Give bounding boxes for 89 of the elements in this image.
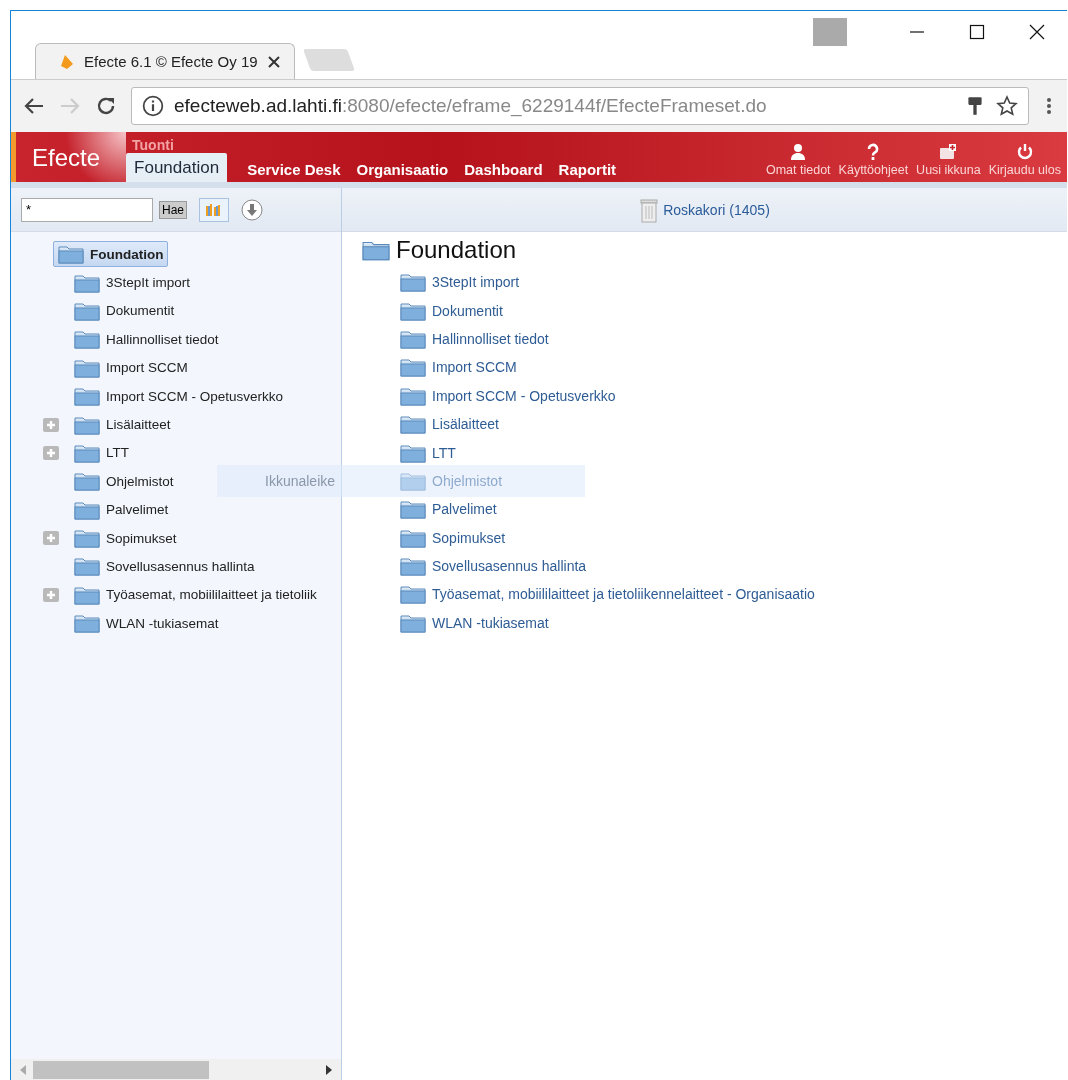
flame-icon [60, 53, 74, 70]
folder-icon [400, 328, 426, 349]
folder-icon [74, 584, 100, 605]
folder-icon [74, 329, 100, 350]
trash-icon [639, 196, 660, 223]
new-window-icon [939, 143, 958, 161]
folder-link[interactable]: Sovellusasennus hallinta [400, 551, 1067, 581]
tree-item[interactable]: LTT [69, 439, 134, 466]
folder-icon [400, 470, 426, 491]
folder-icon [74, 272, 100, 293]
tree-item[interactable]: Import SCCM - Opetusverkko [69, 383, 289, 410]
tree-item[interactable]: Sopimukset [69, 525, 182, 552]
header-action[interactable]: Omat tiedot [766, 143, 831, 177]
folder-link[interactable]: 3StepIt import [400, 268, 1067, 297]
bar-chart-icon [205, 202, 223, 217]
tree-item[interactable]: Import SCCM [69, 354, 193, 381]
nav-tab[interactable]: Service Desk [239, 156, 349, 182]
folder-icon [400, 385, 426, 406]
search-button[interactable]: Hae [159, 200, 187, 219]
tree-item[interactable]: Sovellusasennus hallinta [69, 553, 260, 580]
tree-item[interactable]: Hallinnolliset tiedot [69, 326, 224, 353]
folder-icon [74, 499, 100, 520]
search-field[interactable]: * [21, 197, 153, 222]
folder-icon [74, 471, 100, 492]
context-label: Tuonti [131, 137, 175, 153]
tree-item[interactable]: Työasemat, mobiililaitteet ja tietoliik [69, 581, 322, 608]
tree-item[interactable]: Palvelimet [69, 496, 174, 523]
nav-tab[interactable]: Raportit [550, 156, 625, 182]
folder-icon [74, 300, 100, 321]
folder-icon [362, 239, 390, 261]
close-icon[interactable] [268, 55, 280, 68]
info-icon[interactable] [142, 95, 164, 117]
folder-link[interactable]: LTT [400, 438, 1067, 467]
folder-icon [400, 499, 426, 520]
header-action[interactable]: Uusi ikkuna [916, 143, 981, 177]
nav-tab[interactable]: Organisaatio [348, 156, 457, 182]
header-action[interactable]: Kirjaudu ulos [988, 143, 1061, 177]
tab-title: Efecte 6.1 © Efecte Oy 19 [84, 53, 258, 70]
folder-icon [74, 528, 100, 549]
reload-icon[interactable] [95, 95, 117, 117]
header-action[interactable]: Käyttöohjeet [838, 143, 909, 177]
tree-item[interactable]: Ohjelmistot [69, 468, 179, 495]
tree-item[interactable]: Lisälaitteet [69, 411, 176, 438]
folder-icon [400, 442, 426, 463]
horizontal-scrollbar[interactable] [11, 1059, 341, 1080]
scrollbar-thumb[interactable] [33, 1061, 209, 1079]
folder-icon [400, 357, 426, 378]
folder-icon [74, 442, 100, 463]
folder-icon [400, 584, 426, 605]
tree-item[interactable]: 3StepIt import [69, 269, 196, 296]
tree-item[interactable]: Foundation [53, 241, 169, 268]
folder-link[interactable]: Dokumentit [400, 296, 1067, 325]
folder-icon [400, 612, 426, 633]
trash-link[interactable]: Roskakori (1405) [639, 196, 770, 223]
person-icon [789, 143, 808, 161]
folder-icon [400, 527, 426, 548]
folder-icon [74, 613, 100, 634]
star-icon[interactable] [996, 95, 1018, 117]
url-text: efecteweb.ad.lahti.fi:8080/efecte/eframe_6229144f/EfecteFrameset.do [174, 95, 768, 117]
power-icon [1015, 143, 1034, 161]
folder-icon [400, 272, 426, 293]
download-icon[interactable] [241, 198, 263, 221]
scroll-right-icon[interactable] [325, 1065, 333, 1075]
browser-tab[interactable]: Efecte 6.1 © Efecte Oy 19 [35, 43, 295, 79]
maximize-icon[interactable] [969, 24, 985, 40]
folder-link[interactable]: Palvelimet [400, 495, 1067, 524]
folder-icon [400, 556, 426, 577]
folder-title: Foundation [396, 236, 517, 264]
folder-icon [400, 300, 426, 321]
folder-link[interactable]: Import SCCM [400, 353, 1067, 382]
folder-link[interactable]: Sopimukset [400, 523, 1067, 552]
tree-item[interactable]: WLAN -tukiasemat [69, 610, 224, 637]
folder-icon [74, 556, 100, 577]
folder-icon [74, 357, 100, 378]
address-bar[interactable]: efecteweb.ad.lahti.fi:8080/efecte/eframe_6229144f/EfecteFrameset.do [131, 87, 1029, 125]
folder-link[interactable]: Import SCCM - Opetusverkko [400, 381, 1067, 410]
nav-tab[interactable]: Dashboard [456, 156, 551, 182]
folder-icon [74, 386, 100, 407]
folder-link[interactable]: Työasemat, mobiililaitteet ja tietoliikennelaitteet - Organisaatio [400, 580, 1067, 609]
folder-icon [58, 244, 84, 265]
folder-link[interactable]: Lisälaitteet [400, 409, 1067, 439]
folder-link[interactable]: WLAN -tukiasemat [400, 608, 1067, 638]
close-icon[interactable] [1029, 24, 1045, 40]
folder-icon [400, 414, 426, 435]
tree-item[interactable]: Dokumentit [69, 297, 180, 324]
nav-tab[interactable]: Foundation [126, 153, 228, 182]
folder-link[interactable]: Hallinnolliset tiedot [400, 324, 1067, 354]
folder-icon [74, 414, 100, 435]
chart-button[interactable] [199, 197, 229, 222]
